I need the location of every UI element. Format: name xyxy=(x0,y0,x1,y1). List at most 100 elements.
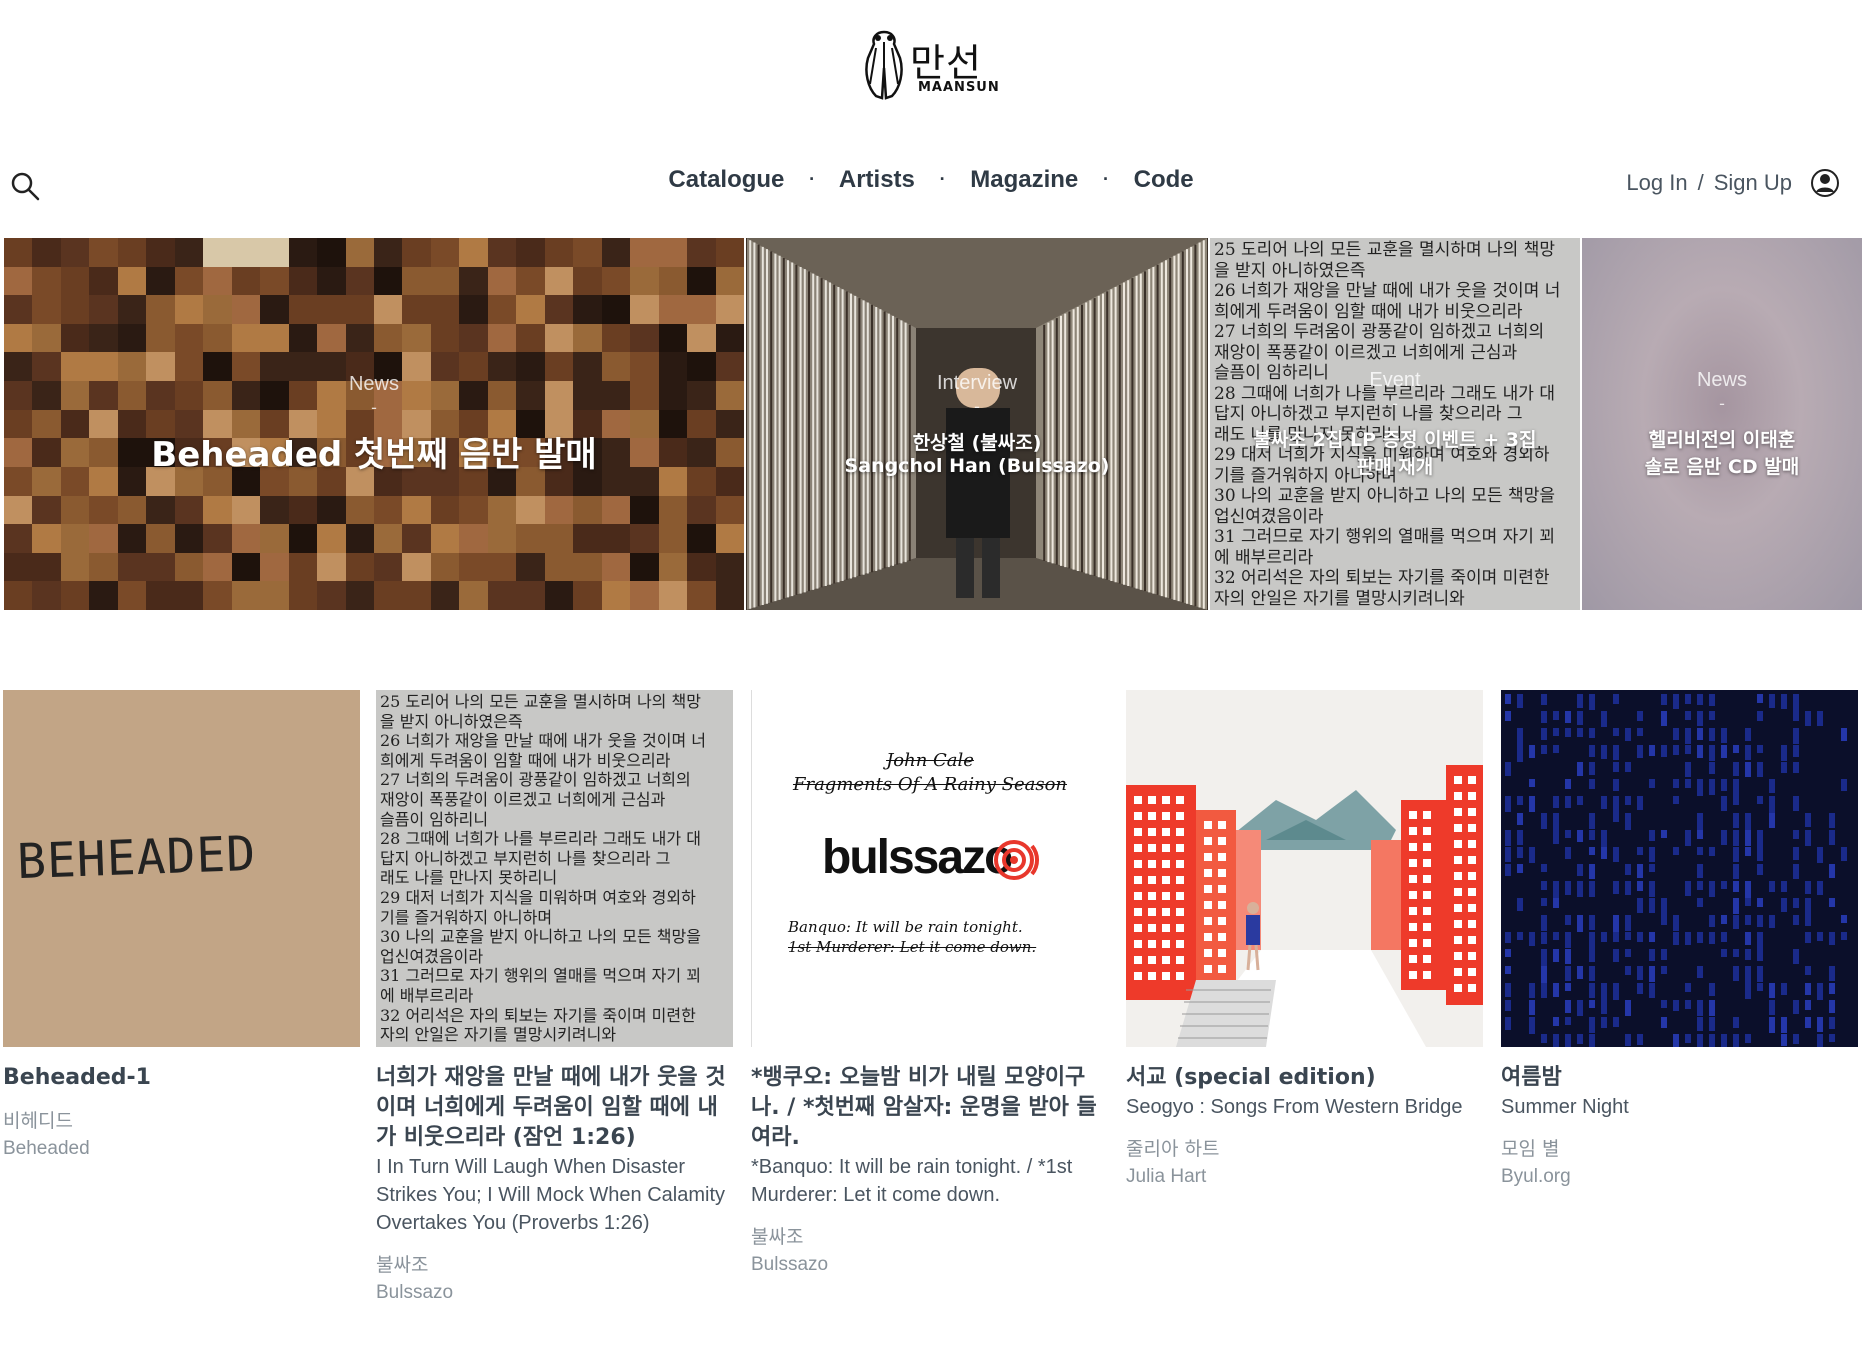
night-window xyxy=(1601,796,1607,809)
night-window xyxy=(1565,1000,1571,1013)
artist-name-en[interactable]: Byul.org xyxy=(1501,1163,1858,1191)
artist-name-en[interactable]: Beheaded xyxy=(3,1135,360,1163)
night-window xyxy=(1601,745,1607,759)
login-link[interactable]: Log In xyxy=(1626,170,1687,195)
night-window xyxy=(1745,949,1751,960)
artist-name-ko[interactable]: 줄리아 하트 xyxy=(1126,1135,1483,1163)
night-window xyxy=(1697,1017,1703,1031)
user-account-icon[interactable] xyxy=(1810,168,1840,198)
hero-news-helivision[interactable]: News - 헬리비전의 이태훈 솔로 음반 CD 발매 xyxy=(1582,238,1862,610)
building-window xyxy=(1409,907,1417,915)
building-window xyxy=(1176,844,1184,852)
night-window xyxy=(1553,1017,1559,1026)
night-window xyxy=(1505,949,1511,957)
night-window xyxy=(1793,847,1799,860)
artist-name-en[interactable]: Bulssazo xyxy=(376,1279,733,1307)
night-window xyxy=(1517,898,1523,911)
signup-link[interactable]: Sign Up xyxy=(1714,170,1792,195)
night-window xyxy=(1517,796,1523,805)
night-window xyxy=(1697,1000,1703,1016)
building-window xyxy=(1423,923,1431,931)
night-window xyxy=(1589,830,1595,840)
hero-event[interactable]: 25 도리어 나의 모든 교훈을 멸시하며 나의 책망 을 받지 아니하였은즉 26… xyxy=(1210,238,1580,610)
building-window xyxy=(1468,872,1476,880)
album-card-beheaded[interactable]: BEHEADED Beheaded-1 비헤디드 Beheaded xyxy=(3,690,360,1163)
cicada-logo-icon xyxy=(865,30,903,100)
hero-interview[interactable]: Interview - 한상철 (불싸조) Sangchol Han (Buls… xyxy=(746,238,1208,610)
site-logo[interactable]: 만선 MAANSUN xyxy=(862,28,1002,104)
night-window xyxy=(1685,881,1691,896)
night-window xyxy=(1793,898,1799,908)
night-window xyxy=(1565,932,1571,948)
album-card-summer-night[interactable]: 여름밤 Summer Night 모임 별 Byul.org xyxy=(1501,690,1858,1191)
building-window xyxy=(1134,924,1142,932)
artist-name-ko[interactable]: 모임 별 xyxy=(1501,1135,1858,1163)
night-window xyxy=(1601,983,1607,1000)
night-window xyxy=(1601,830,1607,847)
building-window xyxy=(1134,940,1142,948)
building-window xyxy=(1148,940,1156,948)
night-window xyxy=(1793,762,1799,773)
hero-news-beheaded[interactable]: News - Beheaded 첫번째 음반 발매 xyxy=(4,238,744,610)
album-card-banquo[interactable]: John Cale Fragments Of A Rainy Season bu… xyxy=(751,690,1108,1279)
night-window xyxy=(1625,966,1631,975)
night-window xyxy=(1637,728,1643,736)
building-window xyxy=(1454,824,1462,832)
album-title: Beheaded-1 xyxy=(3,1065,151,1090)
artist-name-en[interactable]: Julia Hart xyxy=(1126,1163,1483,1191)
album-cover: 25 도리어 나의 모든 교훈을 멸시하며 나의 책망 을 받지 아니하였은즉 26… xyxy=(376,690,733,1047)
night-window xyxy=(1577,694,1583,708)
building-window xyxy=(1409,891,1417,899)
night-window xyxy=(1769,1000,1775,1015)
night-window xyxy=(1685,830,1691,846)
target-logo-icon xyxy=(994,840,1040,880)
night-window xyxy=(1505,1000,1511,1011)
night-window xyxy=(1721,915,1727,924)
album-card-seogyo[interactable]: 서교 (special edition) Seogyo : Songs From… xyxy=(1126,690,1483,1191)
building-window xyxy=(1218,949,1226,957)
night-window xyxy=(1505,932,1511,943)
night-window xyxy=(1697,966,1703,978)
night-window xyxy=(1817,1017,1823,1032)
building-window xyxy=(1409,811,1417,819)
building-window xyxy=(1148,860,1156,868)
building-window xyxy=(1454,888,1462,896)
night-window xyxy=(1697,898,1703,907)
night-window xyxy=(1541,745,1547,754)
album-title: *뱅쿠오: 오늘밤 비가 내릴 모양이구나. / *첫번째 암살자: 운명을 받… xyxy=(751,1065,1097,1150)
building-window xyxy=(1176,812,1184,820)
artist-name-ko[interactable]: 불싸조 xyxy=(376,1251,733,1279)
nav-code[interactable]: Code xyxy=(1134,166,1194,193)
scripture-line: 재앙이 폭풍같이 이르겠고 너희에게 근심과 xyxy=(380,789,666,809)
nav-artists[interactable]: Artists xyxy=(839,166,915,193)
night-window xyxy=(1625,728,1631,741)
night-window xyxy=(1613,983,1619,1000)
artist-name-ko[interactable]: 불싸조 xyxy=(751,1223,1108,1251)
night-window xyxy=(1529,745,1535,758)
scripture-line: 희에게 두려움이 임할 때에 내가 비웃으리라 xyxy=(380,750,671,770)
building-window xyxy=(1162,844,1170,852)
night-window xyxy=(1685,1000,1691,1009)
building-window xyxy=(1218,885,1226,893)
nav-magazine[interactable]: Magazine xyxy=(970,166,1078,193)
building-window xyxy=(1162,796,1170,804)
artist-name-ko[interactable]: 비헤디드 xyxy=(3,1107,360,1135)
night-window xyxy=(1829,966,1835,981)
cover-brand: bulssazo xyxy=(822,831,1013,884)
album-card-proverbs[interactable]: 25 도리어 나의 모든 교훈을 멸시하며 나의 책망 을 받지 아니하였은즉 26… xyxy=(376,690,733,1307)
hero-category: Interview xyxy=(936,371,1018,394)
night-window xyxy=(1709,728,1715,741)
artist-name-en[interactable]: Bulssazo xyxy=(751,1251,1108,1279)
night-window xyxy=(1625,915,1631,931)
night-window xyxy=(1649,830,1655,841)
nav-catalogue[interactable]: Catalogue xyxy=(668,166,784,193)
night-window xyxy=(1673,932,1679,945)
night-window xyxy=(1721,745,1727,758)
night-window xyxy=(1589,762,1595,775)
night-window xyxy=(1793,745,1799,757)
night-window xyxy=(1769,796,1775,813)
night-window xyxy=(1529,1000,1535,1015)
night-window xyxy=(1649,898,1655,913)
night-window xyxy=(1613,847,1619,862)
night-window xyxy=(1565,796,1571,808)
